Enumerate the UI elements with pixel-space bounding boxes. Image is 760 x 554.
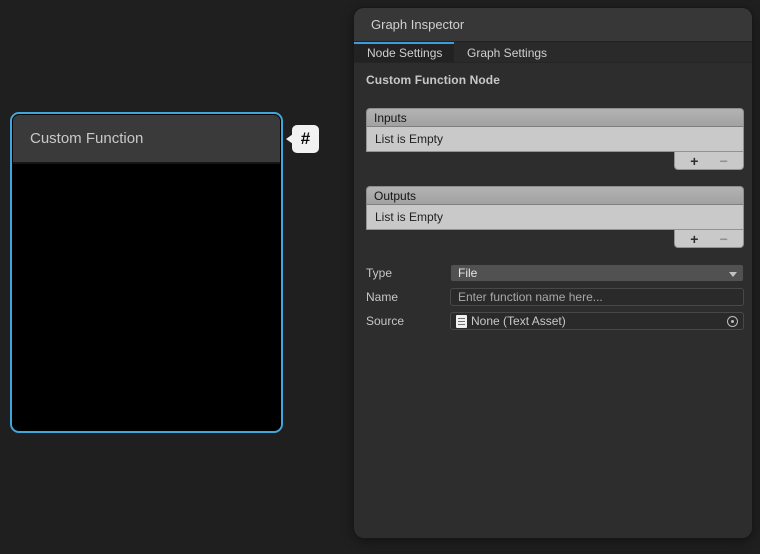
node-preview-body [12, 165, 281, 430]
outputs-list-body: List is Empty [366, 205, 744, 230]
type-dropdown-value: File [458, 266, 477, 280]
tab-node-settings[interactable]: Node Settings [354, 42, 454, 62]
type-label: Type [366, 266, 450, 280]
inputs-list: Inputs List is Empty + − [366, 108, 744, 170]
type-dropdown[interactable]: File [450, 264, 744, 282]
panel-title: Graph Inspector [371, 17, 464, 32]
inputs-list-body: List is Empty [366, 127, 744, 152]
inputs-list-header[interactable]: Inputs [366, 108, 744, 127]
outputs-list-header[interactable]: Outputs [366, 186, 744, 205]
source-field-row: Source None (Text Asset) [366, 312, 744, 330]
node-header[interactable]: Custom Function [13, 115, 280, 164]
inputs-list-footer: + − [674, 152, 744, 170]
tab-graph-settings-label: Graph Settings [467, 46, 547, 60]
node-title: Custom Function [30, 130, 143, 147]
outputs-add-button[interactable]: + [684, 232, 704, 246]
inspector-content: Custom Function Node Inputs List is Empt… [354, 63, 752, 330]
type-field-row: Type File [366, 264, 744, 282]
tab-node-settings-label: Node Settings [367, 46, 442, 60]
graph-inspector-panel: Graph Inspector Node Settings Graph Sett… [354, 8, 752, 538]
custom-function-node[interactable]: Custom Function [10, 112, 283, 433]
hash-icon: # [301, 129, 310, 149]
object-picker-icon[interactable] [727, 316, 738, 327]
function-name-input[interactable] [450, 288, 744, 306]
outputs-list-title: Outputs [374, 189, 416, 203]
panel-title-bar[interactable]: Graph Inspector [354, 8, 752, 42]
inputs-add-button[interactable]: + [684, 154, 704, 168]
node-hash-badge[interactable]: # [292, 125, 319, 153]
name-field-row: Name [366, 288, 744, 306]
tab-graph-settings[interactable]: Graph Settings [454, 42, 560, 62]
section-title: Custom Function Node [366, 73, 744, 87]
source-label: Source [366, 314, 450, 328]
name-label: Name [366, 290, 450, 304]
outputs-empty-text: List is Empty [375, 210, 443, 224]
source-object-value: None (Text Asset) [471, 314, 566, 328]
inputs-list-title: Inputs [374, 111, 407, 125]
inputs-remove-button[interactable]: − [714, 154, 734, 168]
outputs-list: Outputs List is Empty + − [366, 186, 744, 248]
text-asset-icon [456, 315, 467, 328]
inspector-tabbar: Node Settings Graph Settings [354, 42, 752, 63]
chevron-down-icon [729, 272, 737, 277]
inputs-empty-text: List is Empty [375, 132, 443, 146]
source-object-field[interactable]: None (Text Asset) [450, 312, 744, 330]
outputs-list-footer: + − [674, 230, 744, 248]
outputs-remove-button[interactable]: − [714, 232, 734, 246]
